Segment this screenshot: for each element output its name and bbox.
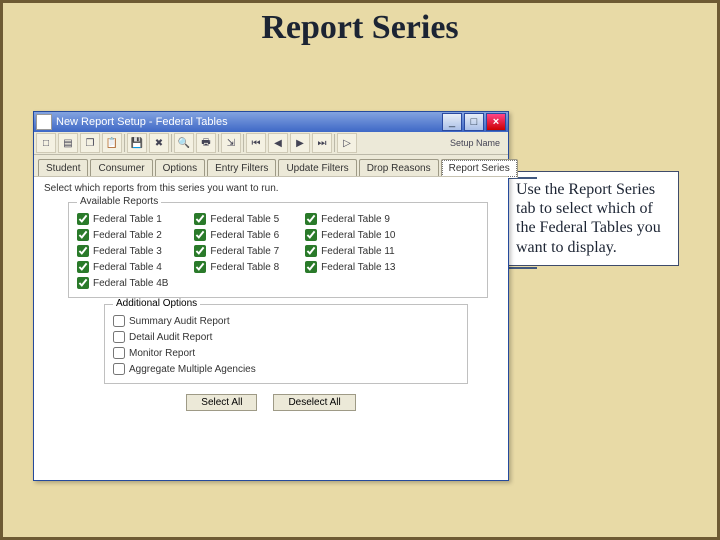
- select-all-button[interactable]: Select All: [186, 394, 257, 411]
- chk-federal-table-11[interactable]: Federal Table 11: [305, 245, 395, 257]
- chk-federal-table-7[interactable]: Federal Table 7: [194, 245, 279, 257]
- chk-label: Federal Table 8: [210, 262, 279, 273]
- chk-federal-table-8[interactable]: Federal Table 8: [194, 261, 279, 273]
- run-icon[interactable]: ▷: [337, 133, 357, 153]
- chk-aggregate-agencies[interactable]: Aggregate Multiple Agencies: [113, 363, 459, 375]
- minimize-button[interactable]: _: [442, 113, 462, 131]
- chk-label: Federal Table 11: [321, 246, 395, 257]
- next-icon[interactable]: ▶: [290, 133, 310, 153]
- tab-student[interactable]: Student: [38, 159, 88, 177]
- toolbar-separator: [124, 134, 125, 152]
- chk-federal-table-13[interactable]: Federal Table 13: [305, 261, 395, 273]
- chk-label: Federal Table 2: [93, 230, 162, 241]
- chk-federal-table-3[interactable]: Federal Table 3: [77, 245, 168, 257]
- chk-federal-table-6[interactable]: Federal Table 6: [194, 229, 279, 241]
- report-icon: [36, 114, 52, 130]
- tab-drop-reasons[interactable]: Drop Reasons: [359, 159, 439, 177]
- tab-panel-report-series: Select which reports from this series yo…: [34, 176, 508, 480]
- tab-strip: Student Consumer Options Entry Filters U…: [34, 155, 508, 178]
- chk-federal-table-10[interactable]: Federal Table 10: [305, 229, 395, 241]
- open-icon[interactable]: ▤: [58, 133, 78, 153]
- chk-federal-table-4b[interactable]: Federal Table 4B: [77, 277, 168, 289]
- toolbar-separator: [334, 134, 335, 152]
- print-icon[interactable]: 🖶: [196, 133, 216, 153]
- delete-icon[interactable]: ✖: [149, 133, 169, 153]
- slide: Report Series Use the Report Series tab …: [0, 0, 720, 540]
- chk-monitor-report[interactable]: Monitor Report: [113, 347, 459, 359]
- available-reports-group: Available Reports Federal Table 1 Federa…: [68, 202, 488, 298]
- toolbar-separator: [218, 134, 219, 152]
- chk-label: Federal Table 9: [321, 214, 390, 225]
- first-icon[interactable]: ⏮: [246, 133, 266, 153]
- chk-label: Federal Table 4B: [93, 278, 168, 289]
- chk-detail-audit[interactable]: Detail Audit Report: [113, 331, 459, 343]
- chk-federal-table-9[interactable]: Federal Table 9: [305, 213, 395, 225]
- slide-title: Report Series: [3, 9, 717, 47]
- chk-label: Federal Table 7: [210, 246, 279, 257]
- available-reports-legend: Available Reports: [77, 196, 161, 207]
- chk-label: Federal Table 10: [321, 230, 395, 241]
- window-titlebar: New Report Setup - Federal Tables _ □ ×: [34, 112, 508, 132]
- copy-icon[interactable]: ❐: [80, 133, 100, 153]
- chk-summary-audit[interactable]: Summary Audit Report: [113, 315, 459, 327]
- tab-entry-filters[interactable]: Entry Filters: [207, 159, 276, 177]
- save-icon[interactable]: 💾: [127, 133, 147, 153]
- deselect-all-button[interactable]: Deselect All: [273, 394, 355, 411]
- tab-options[interactable]: Options: [155, 159, 205, 177]
- chk-federal-table-2[interactable]: Federal Table 2: [77, 229, 168, 241]
- button-row: Select All Deselect All: [44, 394, 498, 411]
- toolbar: □ ▤ ❐ 📋 💾 ✖ 🔍 🖶 ⇲ ⏮ ◀ ▶ ⏭ ▷ Setup Name: [34, 132, 508, 155]
- last-icon[interactable]: ⏭: [312, 133, 332, 153]
- chk-federal-table-5[interactable]: Federal Table 5: [194, 213, 279, 225]
- window-title: New Report Setup - Federal Tables: [56, 116, 440, 128]
- chk-label: Aggregate Multiple Agencies: [129, 364, 256, 375]
- chk-label: Summary Audit Report: [129, 316, 230, 327]
- chk-label: Federal Table 5: [210, 214, 279, 225]
- chk-label: Federal Table 1: [93, 214, 162, 225]
- instruction-text: Select which reports from this series yo…: [44, 183, 498, 194]
- new-icon[interactable]: □: [36, 133, 56, 153]
- prev-icon[interactable]: ◀: [268, 133, 288, 153]
- toolbar-separator: [243, 134, 244, 152]
- callout-box: Use the Report Series tab to select whic…: [505, 171, 679, 266]
- tab-consumer[interactable]: Consumer: [90, 159, 152, 177]
- maximize-button[interactable]: □: [464, 113, 484, 131]
- chk-federal-table-1[interactable]: Federal Table 1: [77, 213, 168, 225]
- export-icon[interactable]: ⇲: [221, 133, 241, 153]
- chk-label: Federal Table 6: [210, 230, 279, 241]
- additional-options-legend: Additional Options: [113, 298, 200, 309]
- chk-label: Monitor Report: [129, 348, 195, 359]
- chk-label: Federal Table 3: [93, 246, 162, 257]
- report-setup-window: New Report Setup - Federal Tables _ □ × …: [33, 111, 509, 481]
- chk-label: Federal Table 13: [321, 262, 395, 273]
- paste-icon[interactable]: 📋: [102, 133, 122, 153]
- chk-label: Detail Audit Report: [129, 332, 212, 343]
- chk-federal-table-4[interactable]: Federal Table 4: [77, 261, 168, 273]
- chk-label: Federal Table 4: [93, 262, 162, 273]
- close-button[interactable]: ×: [486, 113, 506, 131]
- preview-icon[interactable]: 🔍: [174, 133, 194, 153]
- tab-update-filters[interactable]: Update Filters: [278, 159, 356, 177]
- toolbar-separator: [171, 134, 172, 152]
- additional-options-group: Additional Options Summary Audit Report …: [104, 304, 468, 384]
- setup-name-label: Setup Name: [450, 139, 506, 148]
